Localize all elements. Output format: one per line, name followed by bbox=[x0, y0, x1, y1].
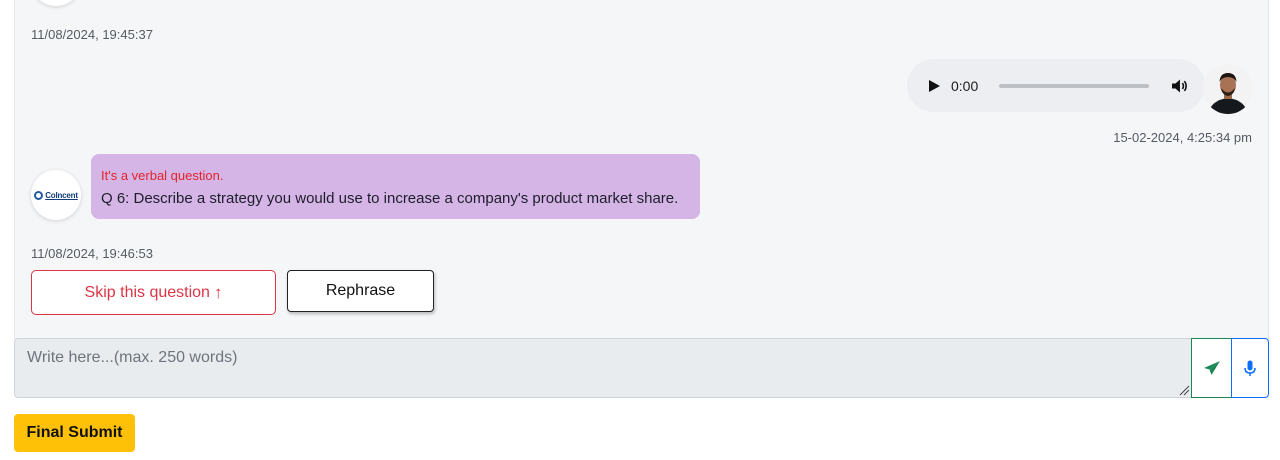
arrow-up-icon: ↑ bbox=[213, 282, 223, 302]
play-icon[interactable] bbox=[929, 79, 940, 92]
message-timestamp: 11/08/2024, 19:45:37 bbox=[31, 27, 153, 42]
message-timestamp: 11/08/2024, 19:46:53 bbox=[31, 246, 153, 261]
audio-seek-bar[interactable] bbox=[998, 83, 1150, 88]
answer-composer bbox=[14, 338, 1269, 398]
audio-player[interactable]: 0:00 bbox=[907, 59, 1205, 112]
audio-time: 0:00 bbox=[951, 77, 979, 94]
user-avatar bbox=[1203, 64, 1253, 114]
send-button[interactable] bbox=[1191, 338, 1232, 398]
volume-icon[interactable] bbox=[1171, 78, 1189, 94]
send-icon bbox=[1203, 361, 1220, 375]
microphone-icon bbox=[1244, 360, 1256, 376]
logo-text: CoIncent bbox=[45, 190, 78, 200]
bot-avatar-previous bbox=[31, 0, 81, 6]
skip-question-button[interactable]: Skip this question ↑ bbox=[31, 270, 276, 315]
chat-panel: 11/08/2024, 19:45:37 0:00 15-02-2024, 4:… bbox=[14, 0, 1269, 339]
question-text: Q 6: Describe a strategy you would use t… bbox=[101, 190, 679, 207]
answer-input[interactable] bbox=[14, 338, 1192, 398]
message-timestamp: 15-02-2024, 4:25:34 pm bbox=[1113, 130, 1252, 145]
resize-grip-icon[interactable] bbox=[1178, 384, 1190, 396]
question-bubble: It's a verbal question. Q 6: Describe a … bbox=[91, 154, 700, 219]
company-logo: CoIncent bbox=[34, 190, 78, 200]
bot-avatar: CoIncent bbox=[31, 170, 81, 220]
verbal-question-note: It's a verbal question. bbox=[101, 168, 224, 183]
logo-mark-icon bbox=[34, 190, 44, 200]
rephrase-button[interactable]: Rephrase bbox=[287, 270, 434, 312]
microphone-button[interactable] bbox=[1231, 338, 1269, 398]
final-submit-button[interactable]: Final Submit bbox=[14, 414, 135, 452]
skip-question-label: Skip this question bbox=[84, 283, 210, 301]
